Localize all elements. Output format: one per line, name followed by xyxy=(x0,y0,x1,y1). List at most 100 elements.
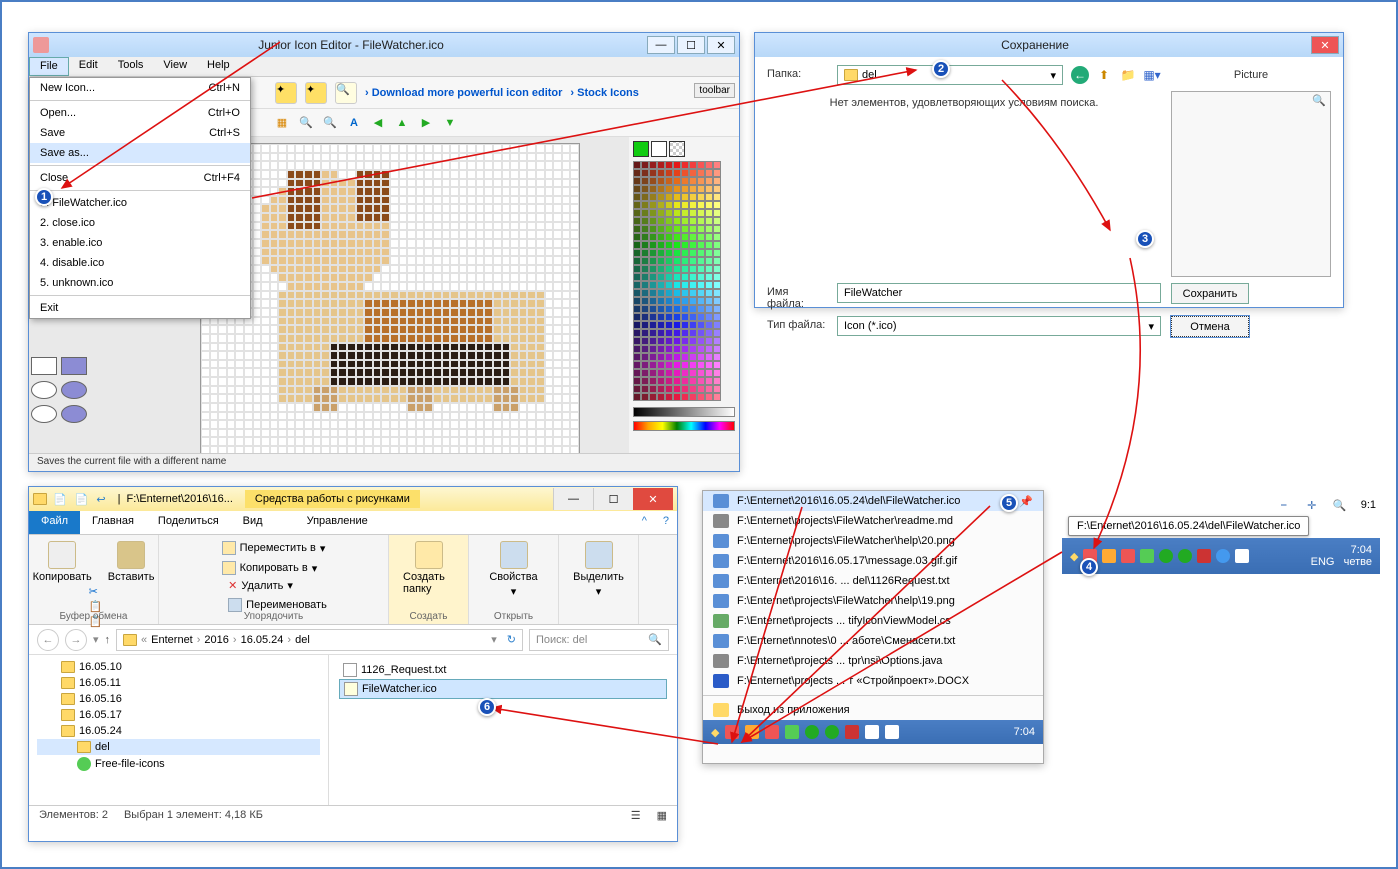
folder-dropdown[interactable]: del ▾ xyxy=(837,65,1063,85)
well-rect-white[interactable] xyxy=(31,357,57,375)
jump-item[interactable]: F:\Enternet\2016\16.05.24\del\FileWatche… xyxy=(703,491,1043,511)
tray-icon[interactable] xyxy=(1178,549,1192,563)
breadcrumb[interactable]: « Enternet› 2016› 16.05.24› del ▾ ↻ xyxy=(116,629,523,651)
refresh-icon[interactable]: ↻ xyxy=(507,633,516,646)
jump-item[interactable]: F:\Enternet\projects ... т «Стройпроект»… xyxy=(703,671,1043,691)
menu-save[interactable]: SaveCtrl+S xyxy=(30,123,250,143)
crosshair-icon[interactable]: ✛ xyxy=(1305,498,1319,512)
nav-back-button[interactable]: ← xyxy=(37,629,59,651)
cut-icon[interactable]: ✂ xyxy=(89,585,103,598)
toolbar-icon-1[interactable]: ✦ xyxy=(275,82,297,104)
tab-file[interactable]: Файл xyxy=(29,511,80,534)
menu-new-icon[interactable]: New Icon...Ctrl+N xyxy=(30,78,250,98)
well-oval-color2[interactable] xyxy=(61,405,87,423)
jump-item[interactable]: F:\Enternet\projects ... tpr\nsi\Options… xyxy=(703,651,1043,671)
tree-item[interactable]: 16.05.17 xyxy=(37,707,320,723)
bg-color[interactable] xyxy=(651,141,667,157)
menu-recent-3[interactable]: 3. enable.ico xyxy=(30,233,250,253)
select-button[interactable]: Выделить▾ xyxy=(567,539,630,600)
menu-recent-5[interactable]: 5. unknown.ico xyxy=(30,273,250,293)
tray-icon[interactable] xyxy=(1159,549,1173,563)
jump-item[interactable]: F:\Enternet\2016\16. ... del\1126Request… xyxy=(703,571,1043,591)
file-item[interactable]: 1126_Request.txt xyxy=(339,661,667,679)
menu-help[interactable]: Help xyxy=(197,57,240,76)
tree-item[interactable]: Free-file-icons xyxy=(37,755,320,773)
menu-recent-1[interactable]: 1. FileWatcher.ico xyxy=(30,193,250,213)
menu-open[interactable]: Open...Ctrl+O xyxy=(30,103,250,123)
tray-icon[interactable] xyxy=(725,725,739,739)
tray-icon[interactable] xyxy=(805,725,819,739)
filename-input[interactable]: FileWatcher xyxy=(837,283,1161,303)
menu-recent-4[interactable]: 4. disable.ico xyxy=(30,253,250,273)
tray-icon[interactable] xyxy=(1102,549,1116,563)
tab-share[interactable]: Поделиться xyxy=(146,511,231,534)
hue-slider[interactable] xyxy=(633,421,735,431)
pixel-canvas[interactable] xyxy=(200,143,580,453)
zoom-out-icon[interactable]: 🔍 xyxy=(297,114,315,132)
menu-edit[interactable]: Edit xyxy=(69,57,108,76)
jump-item[interactable]: F:\Enternet\projects\FileWatcher\help\19… xyxy=(703,591,1043,611)
views-icon[interactable]: ▦▾ xyxy=(1143,66,1161,84)
menu-tools[interactable]: Tools xyxy=(108,57,154,76)
tray-icon[interactable] xyxy=(845,725,859,739)
tab-view[interactable]: Вид xyxy=(231,511,275,534)
close-button[interactable]: ✕ xyxy=(707,36,735,54)
menu-exit[interactable]: Exit xyxy=(30,298,250,318)
search-input[interactable]: Поиск: del 🔍 xyxy=(529,629,669,651)
tab-home[interactable]: Главная xyxy=(80,511,146,534)
minimize-button[interactable]: — xyxy=(647,36,675,54)
zoom-icon[interactable]: 🔍 xyxy=(1333,498,1347,512)
view-icons-icon[interactable]: ▦ xyxy=(657,809,667,824)
explorer-minimize-button[interactable]: — xyxy=(553,488,593,510)
tree-item-selected[interactable]: del xyxy=(37,739,320,755)
jump-item[interactable]: F:\Enternet\nnotes\0 ... аботе\Сменасети… xyxy=(703,631,1043,651)
tray-icon[interactable] xyxy=(885,725,899,739)
zoom-in-icon[interactable]: 🔍 xyxy=(321,114,339,132)
jump-item[interactable]: F:\Enternet\projects ... tifyIconViewMod… xyxy=(703,611,1043,631)
explorer-maximize-button[interactable]: ☐ xyxy=(593,488,633,510)
explorer-close-button[interactable]: ✕ xyxy=(633,488,673,510)
menu-close[interactable]: CloseCtrl+F4 xyxy=(30,168,250,188)
menu-recent-2[interactable]: 2. close.ico xyxy=(30,213,250,233)
arrow-right-icon[interactable]: ▶ xyxy=(417,114,435,132)
well-oval-white[interactable] xyxy=(31,381,57,399)
copy-button[interactable]: Копировать xyxy=(27,539,98,585)
menu-file[interactable]: File xyxy=(29,57,69,76)
tray-icon[interactable] xyxy=(1197,549,1211,563)
ribbon-collapse-icon[interactable]: ^ xyxy=(634,511,655,534)
tray-icon[interactable] xyxy=(785,725,799,739)
marker-icon[interactable]: ⎯ xyxy=(1277,498,1291,512)
grid-icon[interactable]: ▦ xyxy=(273,114,291,132)
zoom-icon[interactable]: 🔍 xyxy=(335,82,357,104)
nav-up-button[interactable]: ↑ xyxy=(105,634,111,646)
tray-icon[interactable] xyxy=(1216,549,1230,563)
back-icon[interactable]: ← xyxy=(1071,66,1089,84)
view-details-icon[interactable]: ☰ xyxy=(631,809,641,824)
toolbar-icon-2[interactable]: ✦ xyxy=(305,82,327,104)
menu-save-as[interactable]: Save as... xyxy=(30,143,250,163)
tray-icon[interactable] xyxy=(1235,549,1249,563)
tray-icon[interactable] xyxy=(765,725,779,739)
tab-manage[interactable]: Управление xyxy=(295,511,380,534)
jump-item[interactable]: F:\Enternet\2016\16.05.17\message.03.gif… xyxy=(703,551,1043,571)
arrow-left-icon[interactable]: ◀ xyxy=(369,114,387,132)
stock-icons-link[interactable]: › Stock Icons xyxy=(570,87,638,99)
tree-item[interactable]: 16.05.24 xyxy=(37,723,320,739)
maximize-button[interactable]: ☐ xyxy=(677,36,705,54)
jump-exit[interactable]: Выход из приложения xyxy=(703,700,1043,720)
tray-icon[interactable] xyxy=(1121,549,1135,563)
palette-grid[interactable] xyxy=(633,161,735,401)
tray-icon[interactable] xyxy=(865,725,879,739)
filetype-dropdown[interactable]: Icon (*.ico)▾ xyxy=(837,316,1161,336)
nav-forward-button[interactable]: → xyxy=(65,629,87,651)
tray-icon[interactable] xyxy=(745,725,759,739)
move-to-button[interactable]: Переместить в ▾ xyxy=(218,539,330,557)
fg-color[interactable] xyxy=(633,141,649,157)
help-icon[interactable]: ? xyxy=(655,511,677,534)
download-link[interactable]: › Download more powerful icon editor xyxy=(365,87,562,99)
jump-item[interactable]: F:\Enternet\projects\FileWatcher\help\20… xyxy=(703,531,1043,551)
tray-icon[interactable] xyxy=(1140,549,1154,563)
tree-item[interactable]: 16.05.10 xyxy=(37,659,320,675)
well-oval-white2[interactable] xyxy=(31,405,57,423)
file-item-selected[interactable]: FileWatcher.ico xyxy=(339,679,667,699)
